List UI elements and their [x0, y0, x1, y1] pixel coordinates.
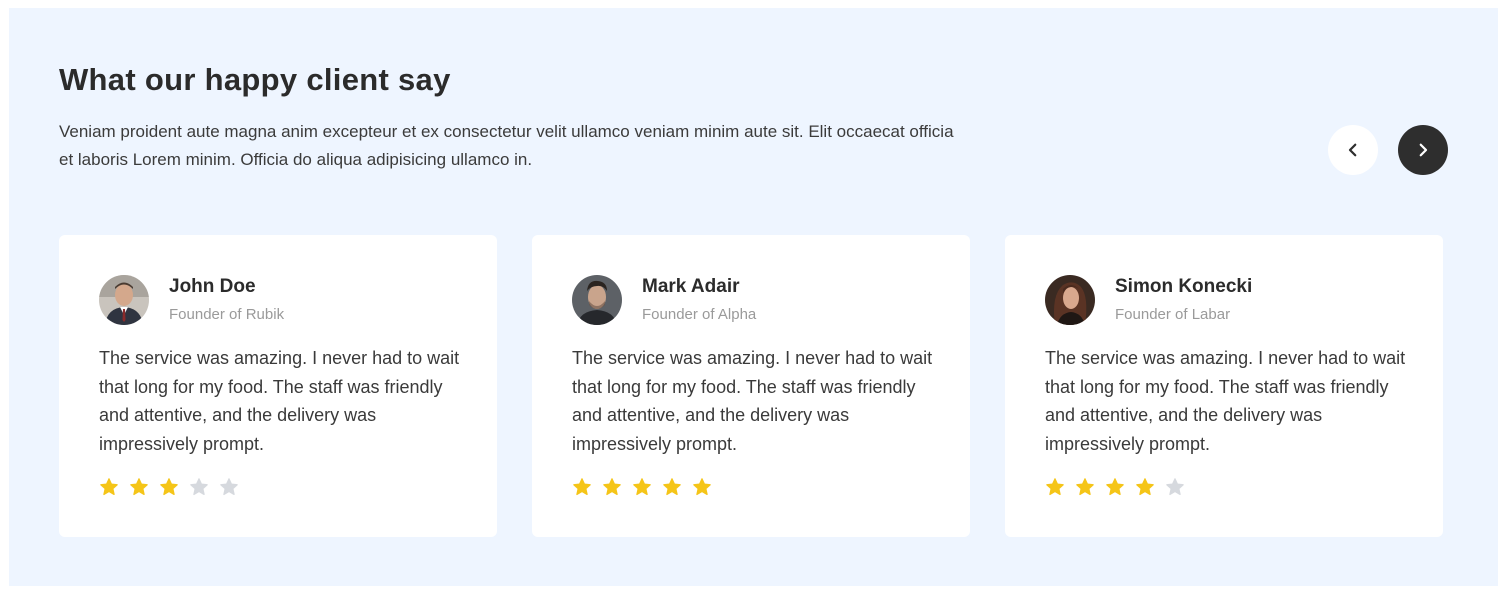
review-text: The service was amazing. I never had to … [572, 348, 933, 454]
star-filled-icon [129, 477, 149, 497]
star-filled-icon [1045, 477, 1065, 497]
client-role: Founder of Labar [1115, 306, 1231, 323]
client-name: Mark Adair [642, 276, 740, 297]
star-filled-icon [692, 477, 712, 497]
client-name: Simon Konecki [1115, 276, 1253, 297]
testimonial-card: Simon Konecki Founder of Labar The servi… [1005, 235, 1443, 537]
star-filled-icon [99, 477, 119, 497]
client-role: Founder of Alpha [642, 306, 757, 323]
chevron-left-icon [1344, 141, 1362, 159]
star-rating [572, 477, 712, 497]
avatar [1045, 275, 1095, 325]
star-rating [1045, 477, 1185, 497]
testimonial-card: Mark Adair Founder of Alpha The service … [532, 235, 970, 537]
star-filled-icon [572, 477, 592, 497]
star-empty-icon [189, 477, 209, 497]
star-filled-icon [602, 477, 622, 497]
previous-button[interactable] [1328, 125, 1378, 175]
star-filled-icon [1105, 477, 1125, 497]
testimonial-card: John Doe Founder of Rubik The service wa… [59, 235, 497, 537]
testimonials-section: What our happy client say Veniam proiden… [9, 8, 1498, 586]
star-rating [99, 477, 239, 497]
avatar [99, 275, 149, 325]
review-text: The service was amazing. I never had to … [1045, 348, 1406, 454]
client-name: John Doe [169, 276, 256, 297]
star-filled-icon [1075, 477, 1095, 497]
star-empty-icon [1165, 477, 1185, 497]
star-empty-icon [219, 477, 239, 497]
star-filled-icon [662, 477, 682, 497]
section-title: What our happy client say [59, 62, 451, 97]
star-filled-icon [632, 477, 652, 497]
avatar [572, 275, 622, 325]
star-filled-icon [159, 477, 179, 497]
review-text: The service was amazing. I never had to … [99, 348, 460, 454]
star-filled-icon [1135, 477, 1155, 497]
client-role: Founder of Rubik [169, 306, 285, 323]
section-description: Veniam proident aute magna anim excepteu… [59, 122, 954, 169]
next-button[interactable] [1398, 125, 1448, 175]
chevron-right-icon [1414, 141, 1432, 159]
